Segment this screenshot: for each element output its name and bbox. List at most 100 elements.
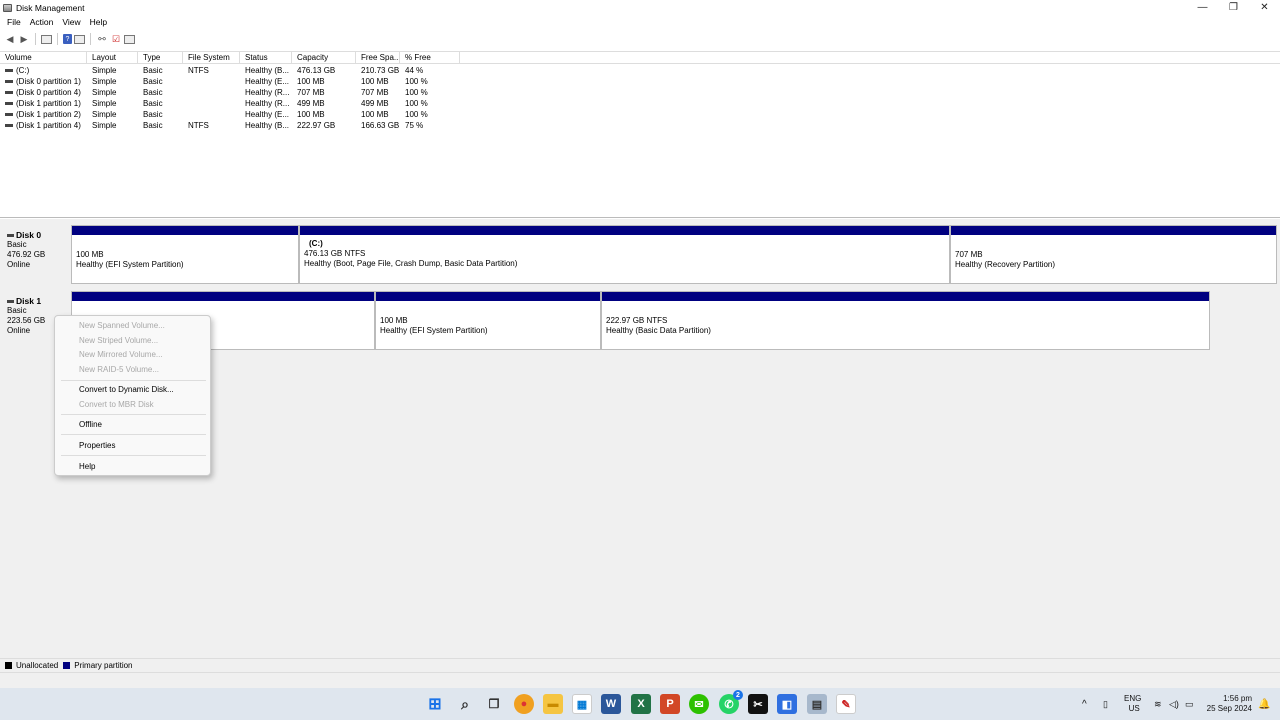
disk-name: Disk 1 <box>16 296 42 306</box>
check-properties-icon[interactable]: ☑ <box>110 33 122 45</box>
menu-item-properties[interactable]: Properties <box>79 441 115 450</box>
menu-view[interactable]: View <box>62 17 80 27</box>
back-arrow-icon[interactable]: ◀ <box>4 33 16 45</box>
volume-name: (Disk 0 partition 4) <box>16 88 81 97</box>
volume-free-space: 166.63 GB <box>361 121 400 130</box>
powerpoint-icon[interactable]: P <box>660 694 680 714</box>
toolbar-separator <box>57 33 58 45</box>
chrome-icon[interactable]: ● <box>514 694 534 714</box>
partition-size: 100 MB <box>380 316 408 325</box>
volume-list-header: Volume Layout Type File System Status Ca… <box>0 52 1280 64</box>
partition-block[interactable]: 707 MB Healthy (Recovery Partition) <box>950 225 1277 284</box>
menu-file[interactable]: File <box>7 17 21 27</box>
volume-status: Healthy (R... <box>245 88 290 97</box>
volume-percent-free: 100 % <box>405 110 428 119</box>
partition-block[interactable]: (C:) 476.13 GB NTFS Healthy (Boot, Page … <box>299 225 950 284</box>
menu-item-offline[interactable]: Offline <box>79 420 102 429</box>
partition-title: (C:) <box>309 239 323 248</box>
partition-bar <box>376 292 600 301</box>
disk-management-icon[interactable]: ▤ <box>807 694 827 714</box>
volume-name: (C:) <box>16 66 30 75</box>
menu-item-new-mirrored-volume: New Mirrored Volume... <box>79 350 163 359</box>
volume-layout: Simple <box>92 121 117 130</box>
partition-bar <box>602 292 1209 301</box>
forward-arrow-icon[interactable]: ▶ <box>18 33 30 45</box>
table-row[interactable]: (Disk 1 partition 4) Simple Basic NTFS H… <box>0 120 1280 131</box>
minimize-button[interactable]: — <box>1187 0 1218 15</box>
volume-icon <box>5 102 13 105</box>
column-header-file-system[interactable]: File System <box>183 52 240 64</box>
language-indicator[interactable]: ENG US <box>1124 688 1141 720</box>
volume-layout: Simple <box>92 77 117 86</box>
word-icon[interactable]: W <box>601 694 621 714</box>
notification-bell-icon[interactable]: 🔔 <box>1258 688 1270 720</box>
partition-status: Healthy (Basic Data Partition) <box>606 326 711 335</box>
app-icon[interactable]: ◧ <box>777 694 797 714</box>
column-header-type[interactable]: Type <box>138 52 183 64</box>
volume-name: (Disk 0 partition 1) <box>16 77 81 86</box>
volume-icon <box>5 91 13 94</box>
legend-unallocated: Unallocated <box>16 661 59 670</box>
capcut-icon[interactable]: ✂ <box>748 694 768 714</box>
table-row[interactable]: (C:) Simple Basic NTFS Healthy (B... 476… <box>0 65 1280 76</box>
column-header-volume[interactable]: Volume <box>0 52 87 64</box>
battery-icon[interactable]: ▭ <box>1185 688 1194 720</box>
menu-item-help[interactable]: Help <box>79 462 95 471</box>
maximize-button[interactable]: ❐ <box>1218 0 1249 15</box>
partition-block[interactable]: 100 MB Healthy (EFI System Partition) <box>71 225 299 284</box>
volume-file-system <box>183 76 240 87</box>
store-icon[interactable]: ▦ <box>572 694 592 714</box>
connect-disk-icon[interactable]: ⚯ <box>96 33 108 45</box>
clock-date: 25 Sep 2024 <box>1206 704 1252 713</box>
notepad-icon[interactable]: ✎ <box>836 694 856 714</box>
partition-status: Healthy (EFI System Partition) <box>380 326 488 335</box>
menu-item-convert-to-dynamic-disk[interactable]: Convert to Dynamic Disk... <box>79 385 174 394</box>
table-row[interactable]: (Disk 0 partition 4) Simple Basic Health… <box>0 87 1280 98</box>
usb-icon[interactable]: ▯ <box>1103 688 1108 720</box>
window-title: Disk Management <box>16 2 85 13</box>
region-code: US <box>1128 704 1140 713</box>
menu-action[interactable]: Action <box>30 17 54 27</box>
volume-free-space: 100 MB <box>361 77 389 86</box>
task-view-icon[interactable]: ❐ <box>484 694 504 714</box>
toolbar-separator <box>35 33 36 45</box>
column-header-layout[interactable]: Layout <box>87 52 138 64</box>
column-header-capacity[interactable]: Capacity <box>292 52 356 64</box>
settings-view-icon[interactable] <box>124 34 135 44</box>
volume-type: Basic <box>143 110 163 119</box>
partition-size: 100 MB <box>76 250 104 259</box>
table-row[interactable]: (Disk 1 partition 2) Simple Basic Health… <box>0 109 1280 120</box>
column-header-percent-free[interactable]: % Free <box>400 52 460 64</box>
volume-file-system <box>183 87 240 98</box>
windows-start-icon[interactable]: ⊞ <box>425 694 445 714</box>
table-row[interactable]: (Disk 0 partition 1) Simple Basic Health… <box>0 76 1280 87</box>
disk-0-label[interactable]: Disk 0 Basic 476.92 GB Online <box>3 223 69 285</box>
partition-block[interactable]: 100 MB Healthy (EFI System Partition) <box>375 291 601 350</box>
show-hidden-icons-chevron-icon[interactable]: ^ <box>1082 688 1087 720</box>
search-icon[interactable]: ⌕ <box>455 694 475 714</box>
column-header-status[interactable]: Status <box>240 52 292 64</box>
wifi-icon[interactable]: ≋ <box>1154 688 1162 720</box>
partition-status: Healthy (Recovery Partition) <box>955 260 1056 269</box>
table-row[interactable]: (Disk 1 partition 1) Simple Basic Health… <box>0 98 1280 109</box>
unallocated-swatch <box>5 662 12 669</box>
menu-separator <box>61 414 206 415</box>
help-book-icon[interactable]: ? <box>63 34 72 44</box>
whatsapp-icon[interactable]: ✆ 2 <box>719 690 743 714</box>
close-button[interactable]: ✕ <box>1249 0 1280 15</box>
volume-status: Healthy (R... <box>245 99 290 108</box>
volume-icon[interactable]: ◁) <box>1169 688 1179 720</box>
column-header-free-space[interactable]: Free Spa... <box>356 52 400 64</box>
file-explorer-icon[interactable]: ▬ <box>543 694 563 714</box>
menu-separator <box>61 380 206 381</box>
console-view-icon[interactable] <box>74 34 85 44</box>
show-hide-tree-icon[interactable] <box>41 34 52 44</box>
volume-file-system <box>183 98 240 109</box>
menu-help[interactable]: Help <box>90 17 107 27</box>
disk-icon <box>7 299 14 303</box>
clock[interactable]: 1:56 pm 25 Sep 2024 <box>1206 688 1252 720</box>
excel-icon[interactable]: X <box>631 694 651 714</box>
partition-block[interactable]: 222.97 GB NTFS Healthy (Basic Data Parti… <box>601 291 1210 350</box>
disk-size: 476.92 GB <box>7 250 46 259</box>
wechat-icon[interactable]: ✉ <box>689 694 709 714</box>
